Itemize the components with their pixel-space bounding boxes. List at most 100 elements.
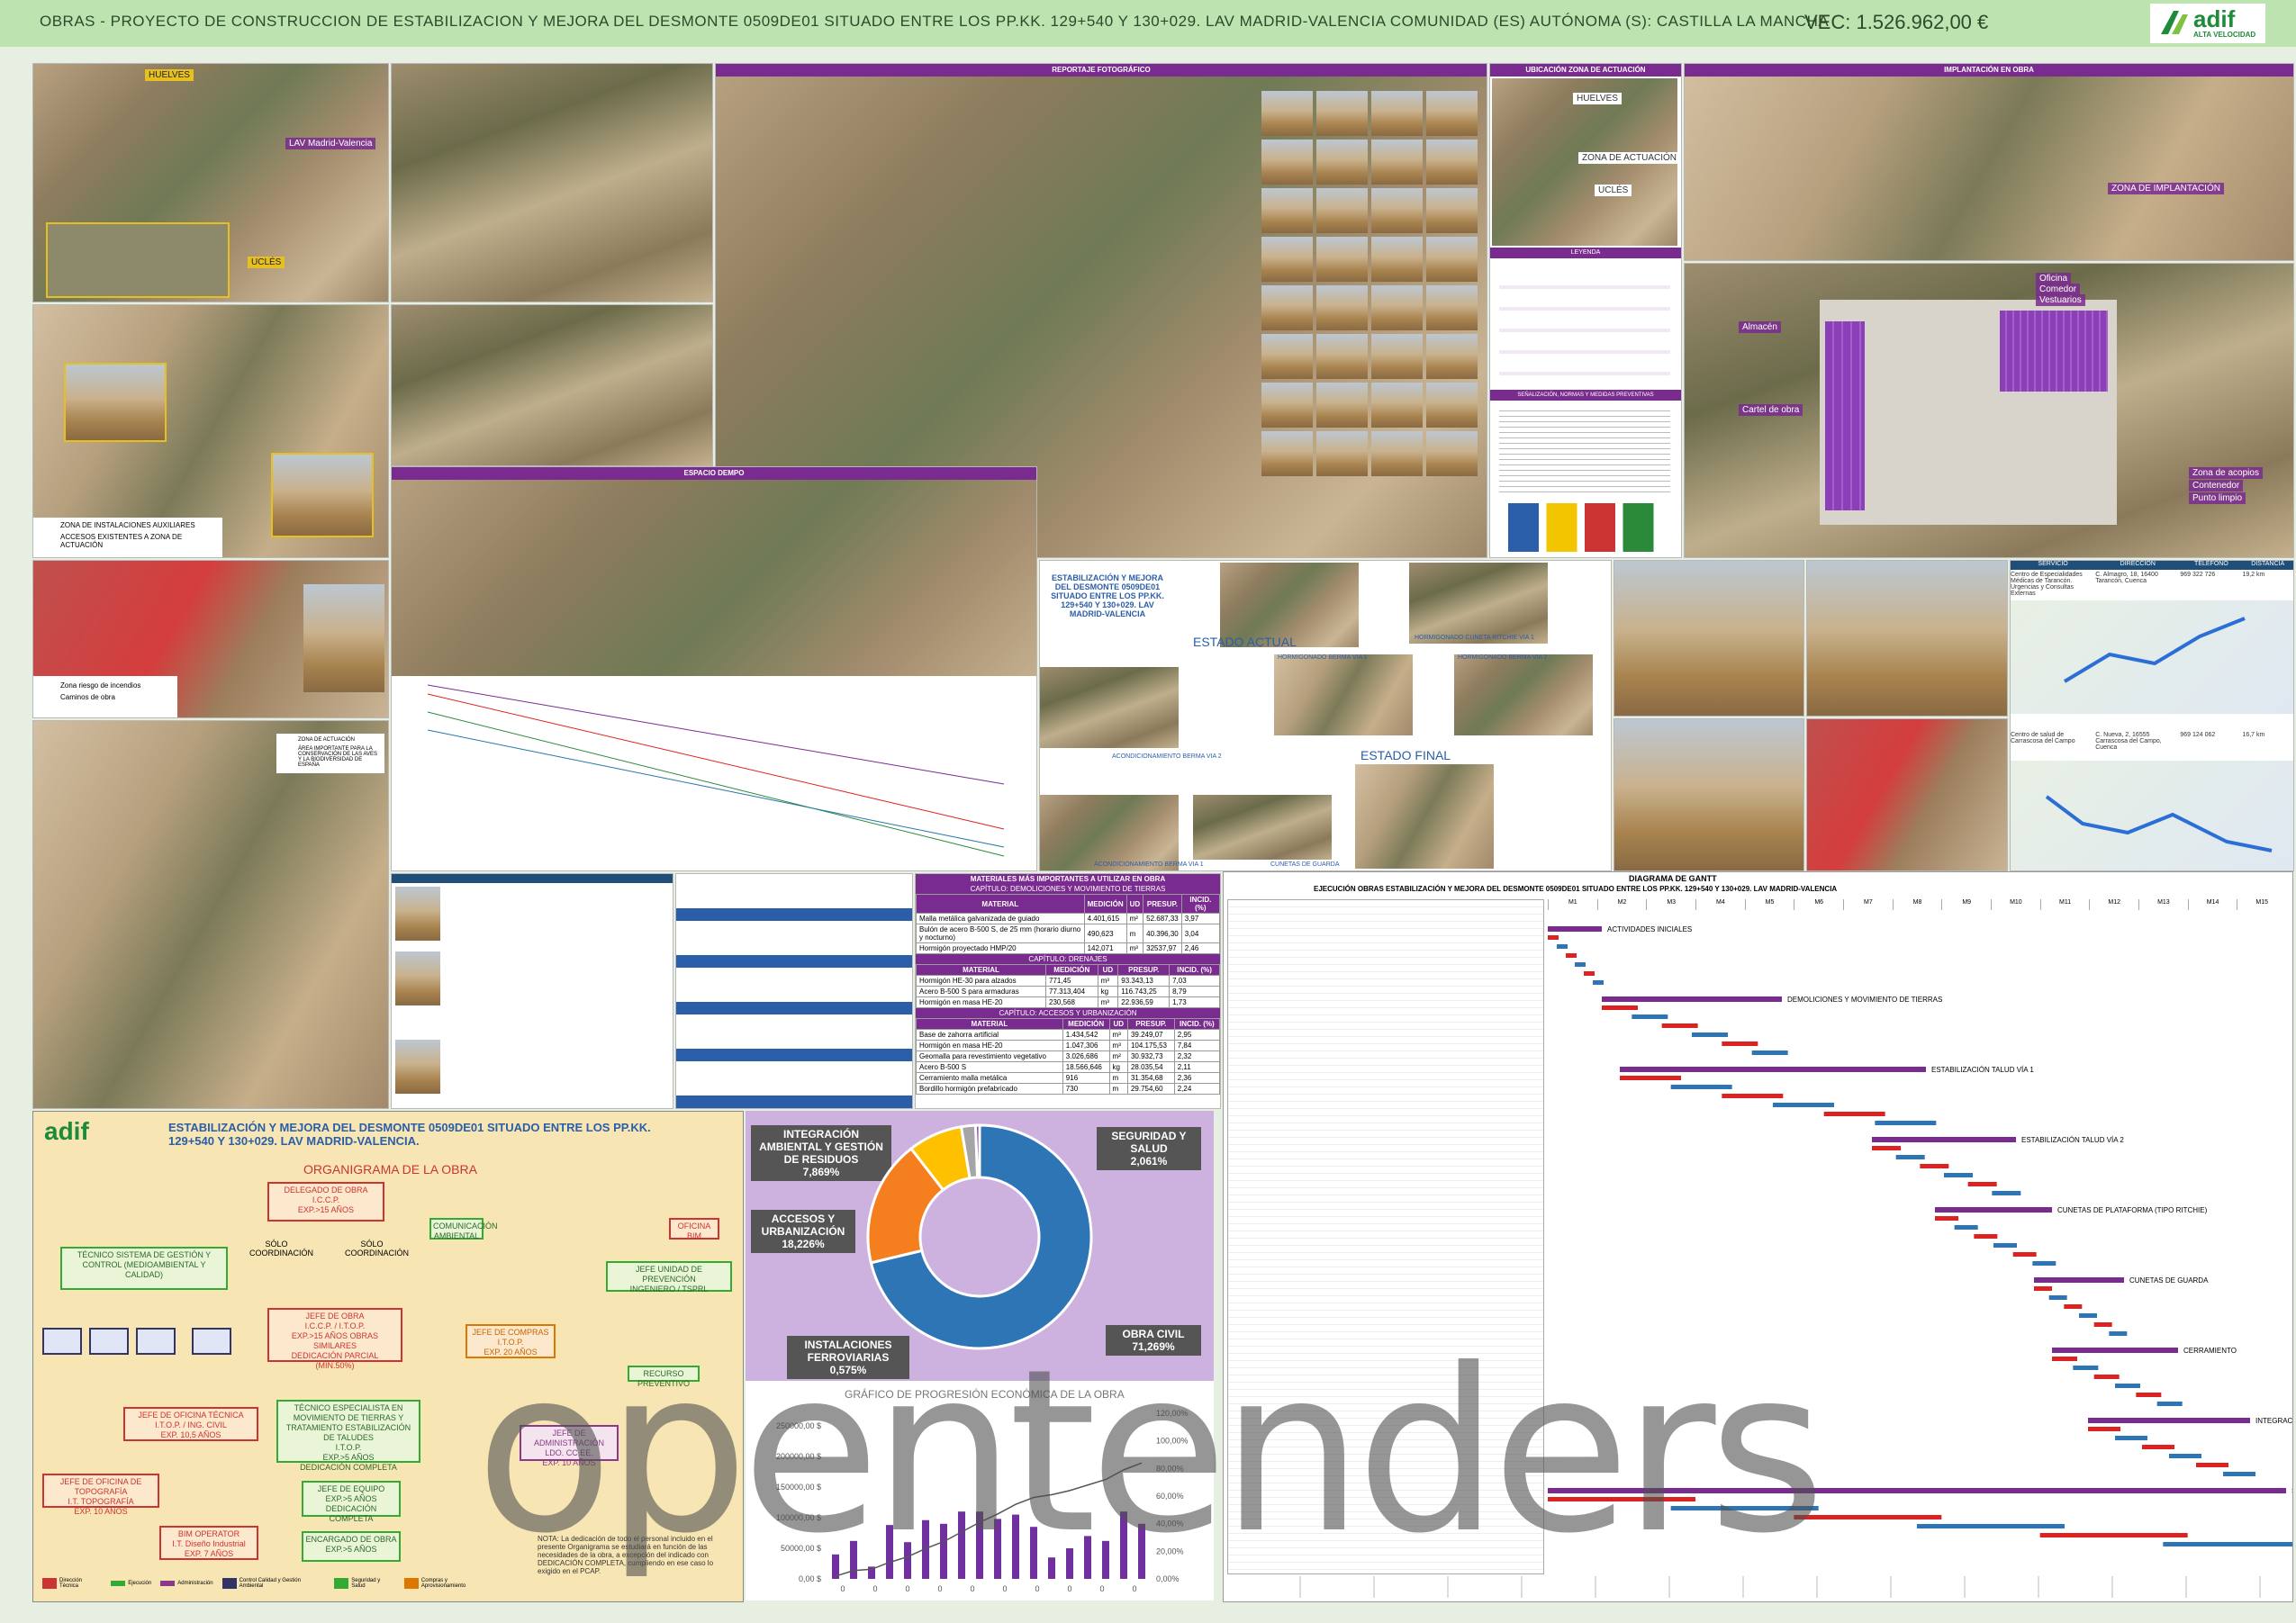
thumbnail[interactable]	[1426, 237, 1478, 282]
gantt-task-bar	[1993, 1243, 2017, 1248]
table-cell: 2,46	[1180, 942, 1220, 954]
thumbnail[interactable]	[1371, 334, 1423, 379]
thumbnail[interactable]	[1261, 91, 1313, 136]
thumbnail[interactable]	[1371, 383, 1423, 428]
stage-image-2	[1274, 654, 1413, 735]
gantt-task-bar	[1722, 1094, 1784, 1098]
stage-label-4: ACONDICIONAMIENTO BERMA VIA 2	[1112, 753, 1222, 760]
thumbnail[interactable]	[1261, 431, 1313, 476]
table-cell: 1.434,542	[1062, 1029, 1110, 1041]
thumbnail[interactable]	[1316, 91, 1368, 136]
thumbnail[interactable]	[1426, 91, 1478, 136]
thumbnail[interactable]	[1371, 285, 1423, 330]
gantt-task-bar	[1575, 962, 1586, 967]
col-header: MEDICIÓN	[1062, 1018, 1110, 1030]
thumbnail[interactable]	[1371, 237, 1423, 282]
table-cell: m³	[1097, 975, 1119, 987]
thumbnail[interactable]	[1426, 140, 1478, 185]
gantt-task-bar	[1872, 1146, 1901, 1150]
legend-fire-zone: Zona riesgo de incendios	[60, 681, 141, 690]
implantacion-panel: IMPLANTACIÓN EN OBRA ZONA DE IMPLANTACIÓ…	[1684, 63, 2294, 261]
zone-legend: ZONA DE INSTALACIONES AUXILIARES ACCESOS…	[33, 518, 222, 557]
thumbnail[interactable]	[1426, 334, 1478, 379]
machinery-photo-2	[395, 951, 440, 1005]
adif-logo-icon	[2161, 11, 2188, 34]
thumbnail[interactable]	[1371, 140, 1423, 185]
gantt-task-bar	[2079, 1313, 2097, 1318]
thumbnail[interactable]	[1261, 188, 1313, 233]
thumbnail[interactable]	[1371, 91, 1423, 136]
gantt-summary-bar	[1602, 996, 1782, 1002]
table-cell: m³	[1108, 1040, 1128, 1051]
thumbnail[interactable]	[1316, 383, 1368, 428]
col-header: INCID. (%)	[1180, 894, 1220, 914]
table-cell: 230,568	[1045, 996, 1098, 1008]
org-logo: adif	[44, 1117, 89, 1145]
table-cell: Malla metálica galvanizada de guiado	[916, 913, 1085, 924]
gantt-task-bar	[2142, 1445, 2174, 1449]
thumbnail[interactable]	[1426, 188, 1478, 233]
table-cell: Geomalla para revestimiento vegetativo	[916, 1050, 1063, 1062]
org-movimiento: TÉCNICO ESPECIALISTA EN MOVIMIENTO DE TI…	[276, 1400, 420, 1472]
thumbnail[interactable]	[1371, 431, 1423, 476]
table-row: Geomalla para revestimiento vegetativo 3.…	[916, 1050, 1220, 1062]
thumbnail[interactable]	[1261, 285, 1313, 330]
ubicacion-map: HUELVES ZONA DE ACTUACIÓN UCLÉS	[1492, 78, 1681, 246]
thumbnail[interactable]	[1426, 383, 1478, 428]
gantt-task-bar	[1944, 1173, 1973, 1177]
site-photo-3	[1614, 718, 1804, 871]
table-cell: 52.687,33	[1143, 913, 1182, 924]
gantt-task-bar	[2073, 1366, 2099, 1370]
thumbnail[interactable]	[1261, 237, 1313, 282]
thumbnail[interactable]	[1316, 334, 1368, 379]
safety-signs	[1508, 503, 1661, 552]
machinery-panel	[391, 873, 673, 1109]
table-cell: Acero B-500 S para armaduras	[916, 986, 1047, 997]
x-tick-label: 0	[937, 1584, 942, 1593]
ubicacion-huelves: HUELVES	[1573, 93, 1622, 104]
espacio-title: ESPACIO DEMPO	[392, 467, 1036, 480]
table-cell: 104.175,53	[1126, 1040, 1175, 1051]
gantt-task-label: SEGURIDAD Y SALUD	[2291, 1487, 2292, 1495]
thumbnail[interactable]	[1261, 334, 1313, 379]
thumbnail[interactable]	[1371, 188, 1423, 233]
stage-label-3: HORMIGONADO BERMA VIA 2	[1458, 654, 1548, 661]
materials-cap3: CAPÍTULO: ACCESOS Y URBANIZACIÓN	[916, 1008, 1220, 1018]
access-map-panel: ZONA DE INSTALACIONES AUXILIARES ACCESOS…	[32, 304, 389, 558]
thumbnail[interactable]	[1426, 285, 1478, 330]
logo-text: adif	[2193, 5, 2236, 32]
photo-thumbnails	[1261, 91, 1478, 476]
gantt-summary-bar	[2034, 1277, 2124, 1283]
gantt-task-label: DEMOLICIONES Y MOVIMIENTO DE TIERRAS	[1787, 996, 1942, 1004]
gantt-task-bar	[2163, 1542, 2292, 1546]
estado-actual-label: ESTADO ACTUAL	[1193, 635, 1297, 649]
thumbnail[interactable]	[1261, 140, 1313, 185]
thumbnail[interactable]	[1316, 285, 1368, 330]
service-distance: 16,7 km	[2242, 732, 2265, 738]
thumbnail[interactable]	[1316, 188, 1368, 233]
thumbnail[interactable]	[1426, 431, 1478, 476]
machinery-photo-1	[395, 887, 440, 941]
thumbnail[interactable]	[1261, 383, 1313, 428]
stage-image-4	[1040, 667, 1179, 748]
gantt-task-bar	[2032, 1261, 2056, 1266]
table-cell: m²	[1125, 913, 1144, 924]
legend-item-zone: ZONA DE INSTALACIONES AUXILIARES	[60, 521, 195, 529]
thumbnail[interactable]	[1316, 431, 1368, 476]
gantt-task-bar	[1875, 1121, 1937, 1125]
table-cell: kg	[1108, 1061, 1128, 1073]
col-header: MATERIAL	[916, 894, 1085, 914]
gantt-task-label: CUNETAS DE GUARDA	[2129, 1276, 2209, 1285]
table-cell: Base de zahorra artificial	[916, 1029, 1063, 1041]
vec-value: VEC: 1.526.962,00 €	[1804, 11, 1989, 33]
table-cell: 2,32	[1173, 1050, 1220, 1062]
gantt-task-bar	[2064, 1304, 2083, 1309]
col-header: MATERIAL	[916, 1018, 1063, 1030]
service-address: C. Nueva, 2, 16555 Carrascosa del Campo,…	[2095, 732, 2162, 751]
thumbnail[interactable]	[1316, 140, 1368, 185]
service-name: Centro de salud de Carrascosa del Campo	[2011, 732, 2075, 744]
gantt-task-label: ESTABILIZACIÓN TALUD VÍA 1	[1931, 1066, 2034, 1074]
location-legend-panel: UBICACIÓN ZONA DE ACTUACIÓN HUELVES ZONA…	[1489, 63, 1682, 558]
table-cell: 40.396,30	[1143, 924, 1182, 943]
thumbnail[interactable]	[1316, 237, 1368, 282]
